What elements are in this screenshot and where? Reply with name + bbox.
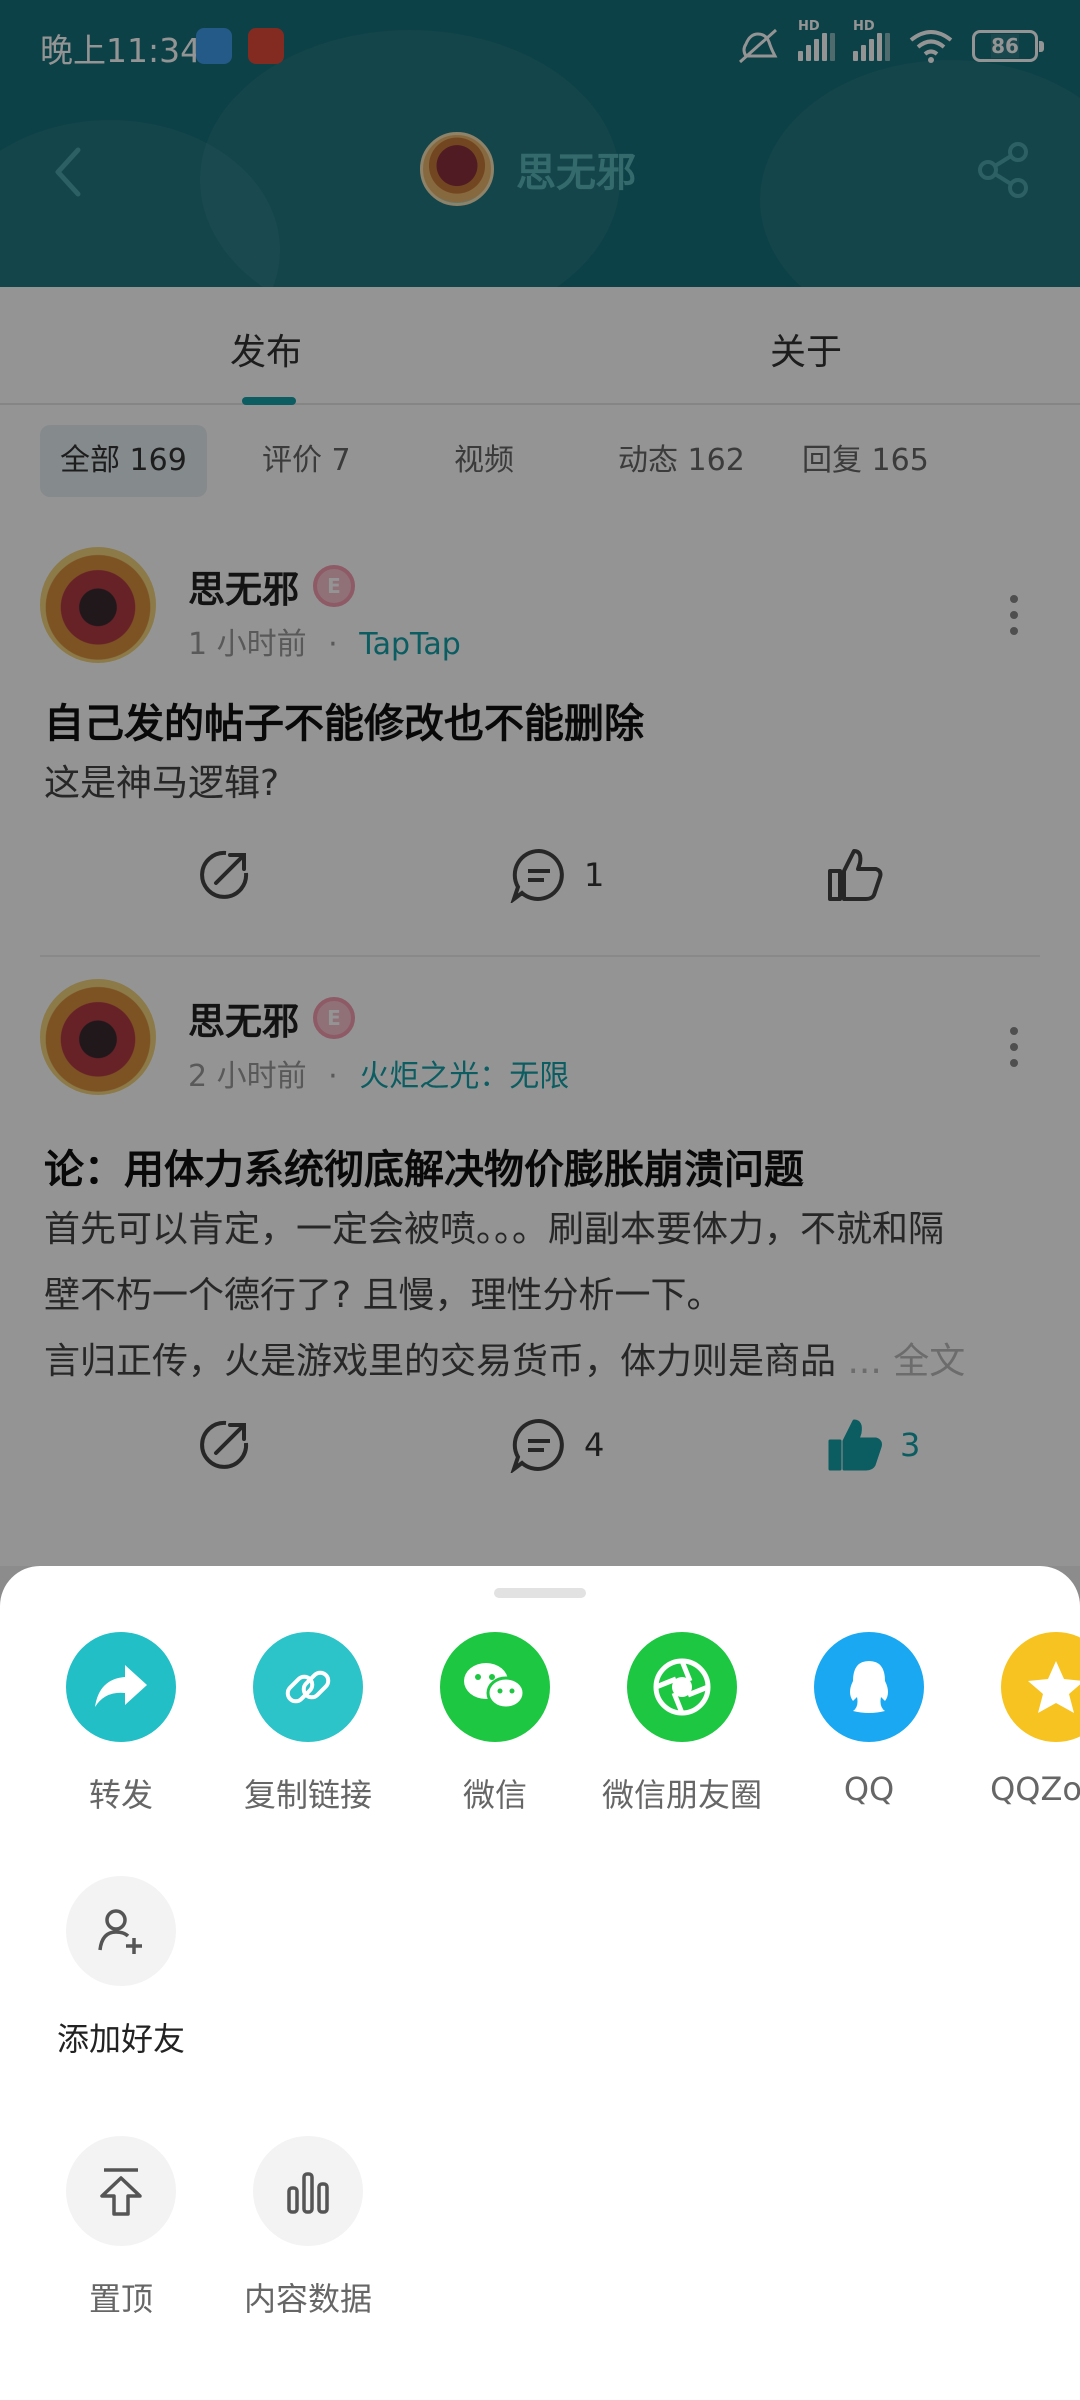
share-wechat-label: 微信: [462, 1776, 527, 1814]
pin-to-top-label: 置顶: [88, 2280, 153, 2318]
add-friend-button[interactable]: 添加好友: [26, 1876, 216, 2060]
share-copy-link[interactable]: 复制链接: [213, 1632, 403, 1816]
sheet-grabber[interactable]: [494, 1588, 586, 1598]
pin-top-icon: [66, 2136, 176, 2246]
content-data-button[interactable]: 内容数据: [213, 2136, 403, 2320]
link-icon: [253, 1632, 363, 1742]
share-qq-label: QQ: [843, 1770, 895, 1808]
bar-chart-icon: [253, 2136, 363, 2246]
add-user-icon: [66, 1876, 176, 1986]
forward-icon: [66, 1632, 176, 1742]
share-wechat-moments[interactable]: 微信朋友圈: [587, 1632, 777, 1816]
content-data-label: 内容数据: [243, 2280, 372, 2318]
pin-to-top-button[interactable]: 置顶: [26, 2136, 216, 2320]
wechat-moments-icon: [627, 1632, 737, 1742]
share-copy-link-label: 复制链接: [243, 1776, 372, 1814]
share-forward-label: 转发: [88, 1776, 153, 1814]
qq-icon: [814, 1632, 924, 1742]
qzone-star-icon: [1001, 1632, 1080, 1742]
share-qzone[interactable]: QQZone: [961, 1632, 1080, 1808]
share-wechat[interactable]: 微信: [400, 1632, 590, 1816]
share-qq[interactable]: QQ: [774, 1632, 964, 1808]
wechat-icon: [440, 1632, 550, 1742]
share-sheet: 转发 复制链接 微信 微信朋友圈 QQ QQZo 添加好友 置顶 内容数据: [0, 1566, 1080, 2400]
add-friend-label: 添加好友: [56, 2020, 185, 2058]
share-qzone-label: QQZone: [990, 1770, 1080, 1808]
share-wechat-moments-label: 微信朋友圈: [601, 1776, 762, 1814]
share-forward[interactable]: 转发: [26, 1632, 216, 1816]
